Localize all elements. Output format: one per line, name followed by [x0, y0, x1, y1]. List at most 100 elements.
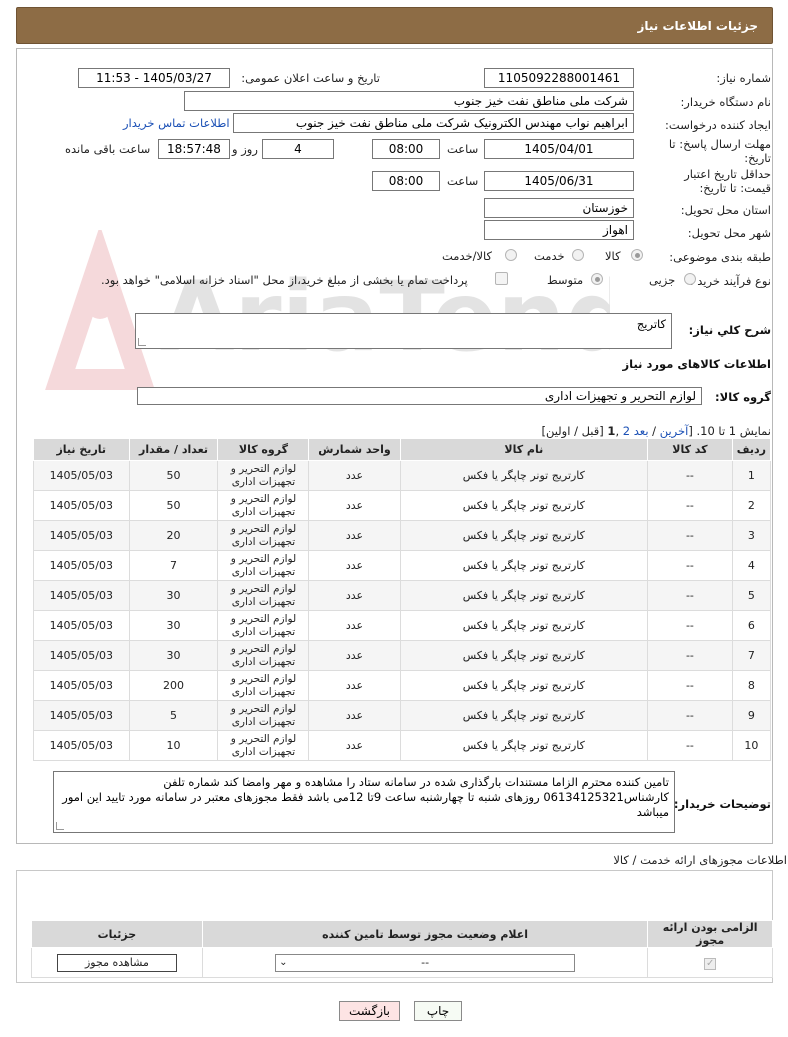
item-unit: عدد: [308, 670, 401, 701]
item-code: --: [647, 520, 733, 551]
item-name: کارتریج تونر چاپگر یا فکس: [399, 550, 649, 581]
pagination-next-link[interactable]: بعد: [634, 424, 649, 438]
item-unit: عدد: [308, 640, 401, 671]
treasury-checkbox[interactable]: [495, 272, 508, 285]
price-validity-label: حداقل تاریخ اعتبار قیمت: تا تاریخ:: [684, 167, 771, 195]
items-table-body: 1 -- کارتریج تونر چاپگر یا فکس عدد لوازم الت…: [33, 460, 772, 761]
col-group: گروه کالا: [217, 438, 310, 461]
item-group: لوازم التحریر و تجهیزات اداری: [217, 460, 310, 491]
permits-status-cell: -- ⌄: [201, 947, 649, 978]
item-code: --: [647, 730, 733, 761]
item-code: --: [647, 610, 733, 641]
pagination-last-link[interactable]: آخرین: [660, 424, 689, 438]
buyer-contact-link[interactable]: اطلاعات تماس خریدار: [123, 116, 230, 130]
item-group: لوازم التحریر و تجهیزات اداری: [217, 610, 310, 641]
row-number: 9: [731, 700, 772, 731]
category-radio-goods[interactable]: [631, 249, 643, 261]
item-unit: عدد: [308, 550, 401, 581]
permits-col-status: اعلام وضعیت مجوز توسط تامین کننده: [201, 920, 649, 948]
view-permit-button[interactable]: مشاهده مجوز: [56, 953, 177, 972]
item-group: لوازم التحریر و تجهیزات اداری: [217, 670, 310, 701]
item-date: 1405/05/03: [33, 700, 130, 731]
row-number: 10: [731, 730, 772, 761]
table-row: 7 -- کارتریج تونر چاپگر یا فکس عدد لوازم الت…: [33, 640, 772, 671]
item-name: کارتریج تونر چاپگر یا فکس: [399, 730, 649, 761]
province-label: استان محل تحویل:: [680, 203, 771, 217]
back-button[interactable]: بازگشت: [339, 1001, 400, 1021]
category-option-goods: کالا: [605, 249, 621, 263]
pagination: نمایش 1 تا 10. [آخرین / بعد 2 ,1 [قبل / …: [541, 424, 771, 438]
item-unit: عدد: [308, 520, 401, 551]
deadline-time-field: 08:00: [372, 139, 440, 159]
watermark-logo: AriaTender.neT: [45, 230, 610, 390]
process-radio-medium[interactable]: [591, 273, 603, 285]
goods-info-title: اطلاعات کالاهای مورد نیاز: [622, 357, 771, 371]
row-number: 3: [731, 520, 772, 551]
item-date: 1405/05/03: [33, 670, 130, 701]
category-radio-both[interactable]: [505, 249, 517, 261]
resize-grip-icon[interactable]: [56, 822, 64, 830]
item-group: لوازم التحریر و تجهیزات اداری: [217, 700, 310, 731]
table-row: 5 -- کارتریج تونر چاپگر یا فکس عدد لوازم الت…: [33, 580, 772, 611]
category-radio-service[interactable]: [572, 249, 584, 261]
permit-status-select[interactable]: -- ⌄: [275, 953, 576, 972]
item-group: لوازم التحریر و تجهیزات اداری: [217, 520, 310, 551]
item-date: 1405/05/03: [33, 520, 130, 551]
row-number: 2: [731, 490, 772, 521]
permits-table: الزامی بودن ارائه مجوز اعلام وضعیت مجوز …: [31, 920, 773, 978]
col-date: تاریخ نیاز: [33, 438, 130, 461]
pagination-page-2[interactable]: 2: [623, 424, 630, 438]
item-qty: 50: [128, 460, 219, 491]
item-date: 1405/05/03: [33, 640, 130, 671]
price-validity-date-field: 1405/06/31: [484, 171, 634, 191]
item-qty: 30: [128, 610, 219, 641]
row-number: 8: [731, 670, 772, 701]
item-qty: 50: [128, 490, 219, 521]
table-row: 1 -- کارتریج تونر چاپگر یا فکس عدد لوازم الت…: [33, 460, 772, 491]
price-validity-time-label: ساعت: [447, 174, 479, 188]
item-qty: 10: [128, 730, 219, 761]
pagination-sep: /: [648, 424, 660, 438]
item-qty: 7: [128, 550, 219, 581]
summary-textarea: کاتریج: [135, 313, 672, 349]
col-name: نام کالا: [399, 438, 649, 461]
payment-note: پرداخت تمام یا بخشی از مبلغ خرید،از محل …: [101, 273, 468, 287]
requester-field: ابراهیم نواب مهندس الکترونیک شرکت ملی من…: [233, 113, 634, 133]
item-code: --: [647, 700, 733, 731]
summary-text: کاتریج: [636, 317, 666, 331]
announce-date-field: 1405/03/27 - 11:53: [78, 68, 230, 88]
permits-col-required: الزامی بودن ارائه مجوز: [647, 920, 773, 948]
process-radio-minor[interactable]: [684, 273, 696, 285]
item-code: --: [647, 670, 733, 701]
days-count-field: 4: [262, 139, 334, 159]
process-option-medium: متوسط: [547, 273, 584, 287]
item-name: کارتریج تونر چاپگر یا فکس: [399, 640, 649, 671]
table-row: 6 -- کارتریج تونر چاپگر یا فکس عدد لوازم الت…: [33, 610, 772, 641]
buyer-notes-textarea: تامین کننده محترم الزاما مستندات بارگذار…: [53, 771, 675, 833]
item-qty: 30: [128, 640, 219, 671]
item-group: لوازم التحریر و تجهیزات اداری: [217, 580, 310, 611]
print-button[interactable]: چاپ: [414, 1001, 462, 1021]
row-number: 4: [731, 550, 772, 581]
item-unit: عدد: [308, 610, 401, 641]
item-date: 1405/05/03: [33, 550, 130, 581]
province-field: خوزستان: [484, 198, 634, 218]
item-name: کارتریج تونر چاپگر یا فکس: [399, 610, 649, 641]
item-name: کارتریج تونر چاپگر یا فکس: [399, 520, 649, 551]
permits-required-cell: ✓: [647, 947, 773, 978]
table-row: 3 -- کارتریج تونر چاپگر یا فکس عدد لوازم الت…: [33, 520, 772, 551]
item-date: 1405/05/03: [33, 490, 130, 521]
category-option-both: کالا/خدمت: [442, 249, 493, 263]
row-number: 6: [731, 610, 772, 641]
category-option-service: خدمت: [534, 249, 565, 263]
table-row: 4 -- کارتریج تونر چاپگر یا فکس عدد لوازم الت…: [33, 550, 772, 581]
item-group: لوازم التحریر و تجهیزات اداری: [217, 640, 310, 671]
permits-row: ✓ -- ⌄ مشاهده مجوز: [31, 947, 773, 978]
permits-title: اطلاعات مجوزهای ارائه خدمت / کالا: [613, 853, 787, 867]
resize-grip-icon[interactable]: [138, 338, 146, 346]
item-date: 1405/05/03: [33, 580, 130, 611]
permit-status-value: --: [421, 955, 430, 969]
item-code: --: [647, 580, 733, 611]
deadline-date-field: 1405/04/01: [484, 139, 634, 159]
item-qty: 200: [128, 670, 219, 701]
